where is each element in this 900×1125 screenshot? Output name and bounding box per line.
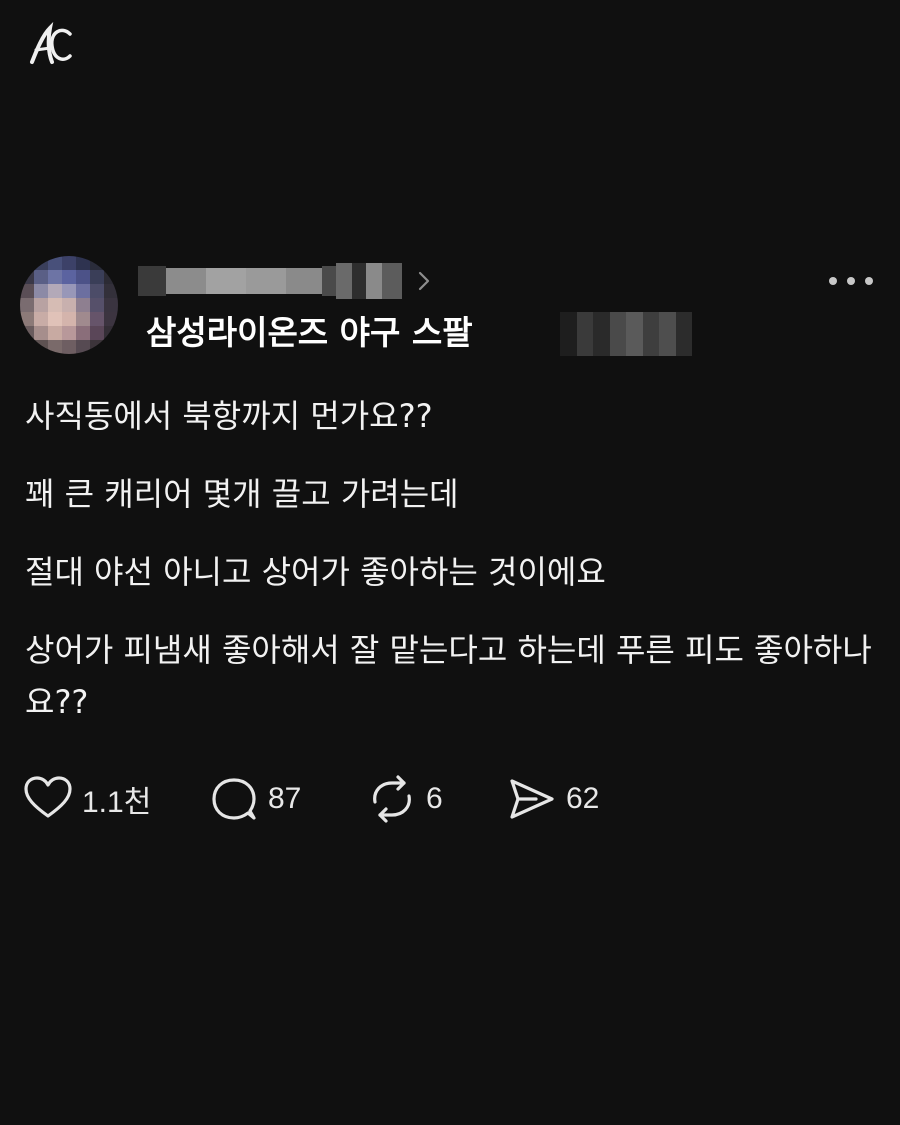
post-paragraph: 꽤 큰 캐리어 몇개 끌고 가려는데 <box>25 475 459 513</box>
comment-icon <box>212 778 256 820</box>
post-paragraph: 사직동에서 북항까지 먼가요?? <box>25 397 433 435</box>
timestamp-redacted <box>560 312 692 356</box>
post-paragraph: 절대 야선 아니고 상어가 좋아하는 것이에요 <box>25 553 606 591</box>
more-options-icon[interactable] <box>826 272 876 290</box>
post-actions: 1.1천 87 6 62 <box>22 774 626 824</box>
chevron-right-icon[interactable] <box>414 268 434 294</box>
share-button[interactable]: 62 <box>506 774 626 824</box>
repost-button[interactable]: 6 <box>366 774 506 824</box>
like-button[interactable]: 1.1천 <box>22 774 208 824</box>
group-name[interactable]: 삼성라이온즈 야구 스팔 <box>146 308 473 358</box>
username-redacted[interactable] <box>138 262 402 300</box>
send-icon <box>510 779 554 819</box>
post-paragraph: 상어가 피냄새 좋아해서 잘 맡는다고 하는데 푸른 피도 좋아하나요?? <box>25 631 872 721</box>
share-count: 62 <box>566 782 600 815</box>
ac-logo-icon <box>26 21 74 70</box>
repost-icon <box>373 775 411 823</box>
heart-icon <box>24 776 72 818</box>
comment-button[interactable]: 87 <box>208 774 366 824</box>
repost-count: 6 <box>426 782 443 815</box>
avatar[interactable] <box>20 256 118 354</box>
post-body: 사직동에서 북항까지 먼가요?? 꽤 큰 캐리어 몇개 끌고 가려는데 절대 야… <box>25 390 875 754</box>
like-count: 1.1천 <box>82 786 152 819</box>
comment-count: 87 <box>268 782 302 815</box>
